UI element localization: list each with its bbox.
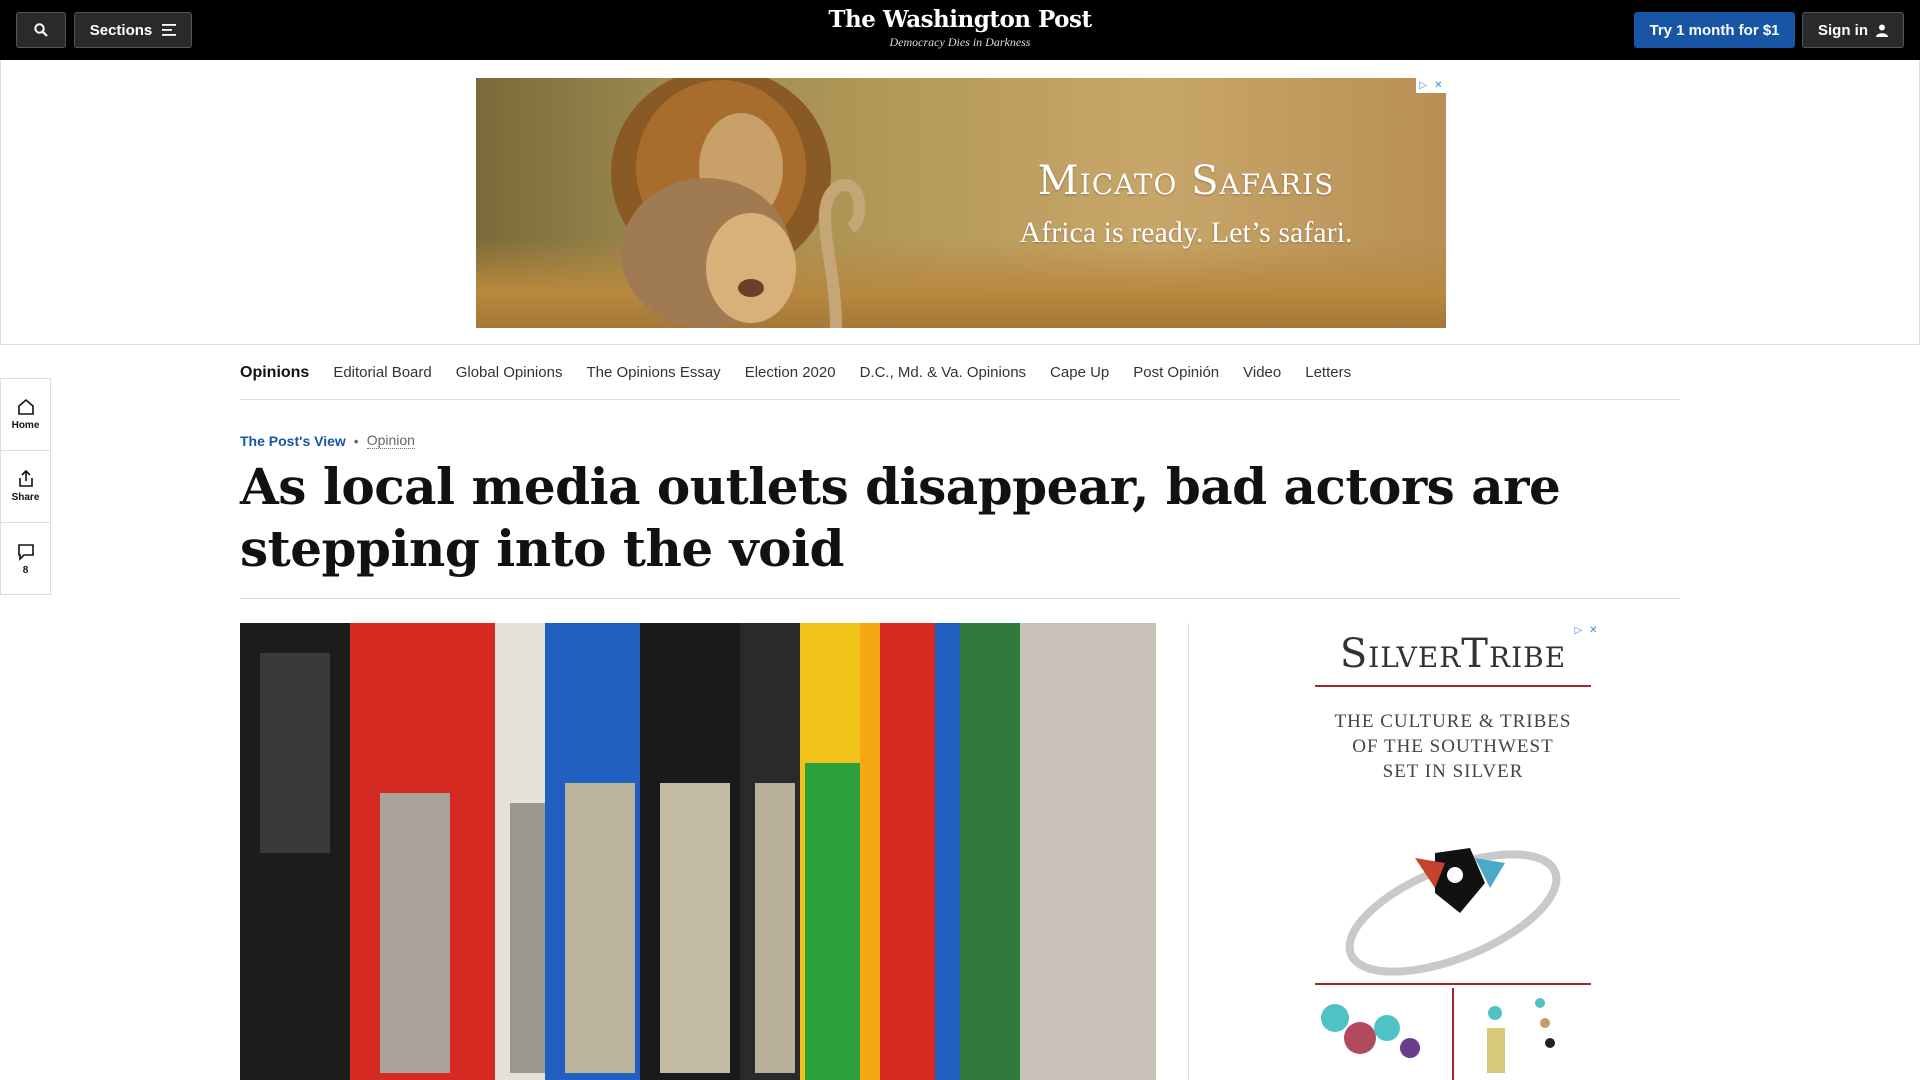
- home-label: Home: [11, 420, 40, 431]
- silvertribe-ad[interactable]: SilverTribe THE CULTURE & TRIBES OF THE …: [1305, 623, 1601, 1080]
- top-ad-container: Micato Safaris Africa is ready. Let’s sa…: [0, 60, 1920, 345]
- comment-icon: [17, 543, 34, 561]
- ad-tagline-line-1: THE CULTURE & TRIBES: [1334, 711, 1572, 732]
- home-icon: [17, 398, 34, 415]
- logo-tagline: Democracy Dies in Darkness: [889, 35, 1031, 49]
- subnav-item-dc-md-va[interactable]: D.C., Md. & Va. Opinions: [860, 364, 1026, 381]
- ad-tagline-line-3: SET IN SILVER: [1382, 761, 1524, 782]
- ad-slogan: Africa is ready. Let’s safari.: [1019, 216, 1353, 249]
- micato-safaris-ad[interactable]: Micato Safaris Africa is ready. Let’s sa…: [476, 78, 1446, 328]
- share-label: Share: [11, 492, 40, 503]
- sections-button[interactable]: Sections: [74, 12, 192, 48]
- ad-tagline-line-2: OF THE SOUTHWEST: [1352, 736, 1554, 757]
- ad-choices-icon[interactable]: ▷ ✕: [1416, 78, 1446, 93]
- subnav-item-opinions-essay[interactable]: The Opinions Essay: [586, 364, 720, 381]
- comments-count: 8: [22, 564, 29, 576]
- left-action-rail: Home Share 8: [0, 378, 51, 595]
- top-navigation-bar: Sections The Washington Post Democracy D…: [0, 0, 1920, 60]
- comments-button[interactable]: 8: [1, 523, 50, 595]
- menu-icon: [162, 24, 177, 36]
- lion-image: [611, 78, 866, 328]
- user-icon: [1876, 24, 1888, 37]
- subnav-item-post-opinion[interactable]: Post Opinión: [1133, 364, 1219, 381]
- ad-divider-line-bottom: [1315, 983, 1591, 985]
- sign-in-label: Sign in: [1818, 21, 1868, 39]
- subscribe-button[interactable]: Try 1 month for $1: [1634, 12, 1795, 48]
- jewelry-image: [1321, 988, 1555, 1080]
- sections-label: Sections: [89, 21, 153, 39]
- ad-choices-icon[interactable]: ▷ ✕: [1571, 623, 1601, 638]
- ad-divider-line: [1315, 685, 1591, 687]
- search-icon: [34, 23, 48, 37]
- logo-title: The Washington Post: [828, 6, 1092, 33]
- kicker-label[interactable]: The Post's View: [240, 433, 346, 449]
- home-button[interactable]: Home: [1, 379, 50, 451]
- newspaper-boxes-image: [240, 623, 1156, 1080]
- ad-brand-name: SilverTribe: [1339, 631, 1567, 677]
- opinions-subnav: Opinions Editorial Board Global Opinions…: [240, 346, 1680, 400]
- section-label[interactable]: Opinion: [366, 432, 415, 449]
- site-logo[interactable]: The Washington Post Democracy Dies in Da…: [760, 6, 1160, 50]
- subnav-item-global-opinions[interactable]: Global Opinions: [456, 364, 563, 381]
- search-button[interactable]: [16, 12, 66, 48]
- subnav-item-video[interactable]: Video: [1243, 364, 1281, 381]
- subnav-item-letters[interactable]: Letters: [1305, 364, 1351, 381]
- ad-brand-name: Micato Safaris: [1037, 158, 1335, 204]
- subnav-item-cape-up[interactable]: Cape Up: [1050, 364, 1109, 381]
- article-lead-image: [240, 623, 1156, 1080]
- sign-in-button[interactable]: Sign in: [1802, 12, 1904, 48]
- article-kicker: The Post's View • Opinion: [240, 432, 415, 449]
- kicker-separator: •: [353, 432, 359, 449]
- subnav-item-election-2020[interactable]: Election 2020: [745, 364, 836, 381]
- column-divider: [1188, 623, 1189, 1080]
- headline-divider: [240, 598, 1680, 599]
- ad-tagline: THE CULTURE & TRIBES OF THE SOUTHWEST SE…: [1305, 709, 1601, 784]
- share-button[interactable]: Share: [1, 451, 50, 523]
- bracelet-image: [1345, 848, 1561, 976]
- article-headline: As local media outlets disappear, bad ac…: [240, 457, 1561, 578]
- share-icon: [18, 470, 33, 487]
- subnav-item-opinions[interactable]: Opinions: [240, 364, 309, 382]
- subnav-item-editorial-board[interactable]: Editorial Board: [333, 364, 431, 381]
